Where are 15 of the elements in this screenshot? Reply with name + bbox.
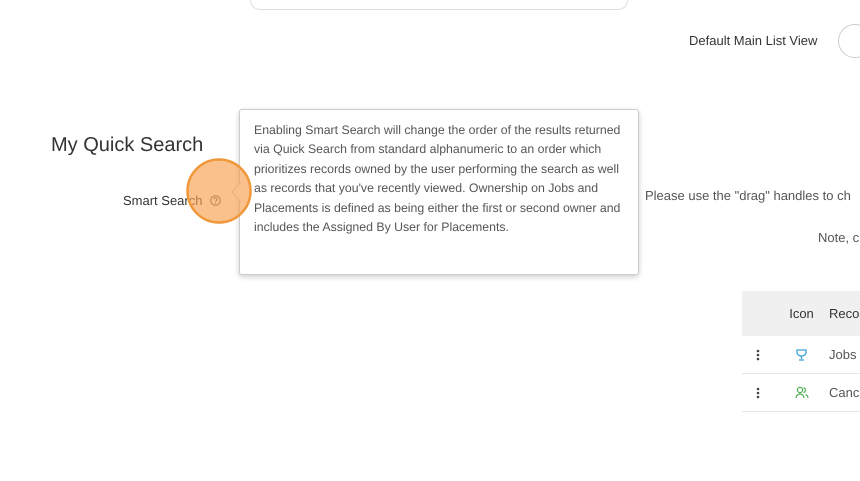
table-cell: Jobs (829, 346, 856, 362)
people-icon (794, 386, 808, 399)
column-header: Reco (829, 306, 860, 321)
section-title: My Quick Search (51, 133, 204, 157)
table-cell: Canc (829, 384, 860, 400)
note-text: Note, c (818, 228, 860, 246)
drag-handle-icon[interactable] (756, 348, 760, 360)
tooltip-text: Enabling Smart Search will change the order of the results returned via Quick Search from standard alphanumeric to an order which prioritizes records owned by the user performing the search as well as records that you've recently viewed. Ownership on Jobs and Placements is defined as being either the first or second owner and includes the Assigned By User for Placements. (254, 122, 622, 236)
search-field[interactable] (250, 0, 628, 10)
field-label: Default Main List View (689, 32, 818, 50)
instruction-text: Please use the "drag" handles to ch (645, 187, 852, 205)
column-header: Icon (789, 304, 814, 323)
drag-handle-icon[interactable] (756, 386, 760, 398)
trophy-icon (795, 348, 808, 360)
help-icon[interactable] (210, 195, 222, 206)
